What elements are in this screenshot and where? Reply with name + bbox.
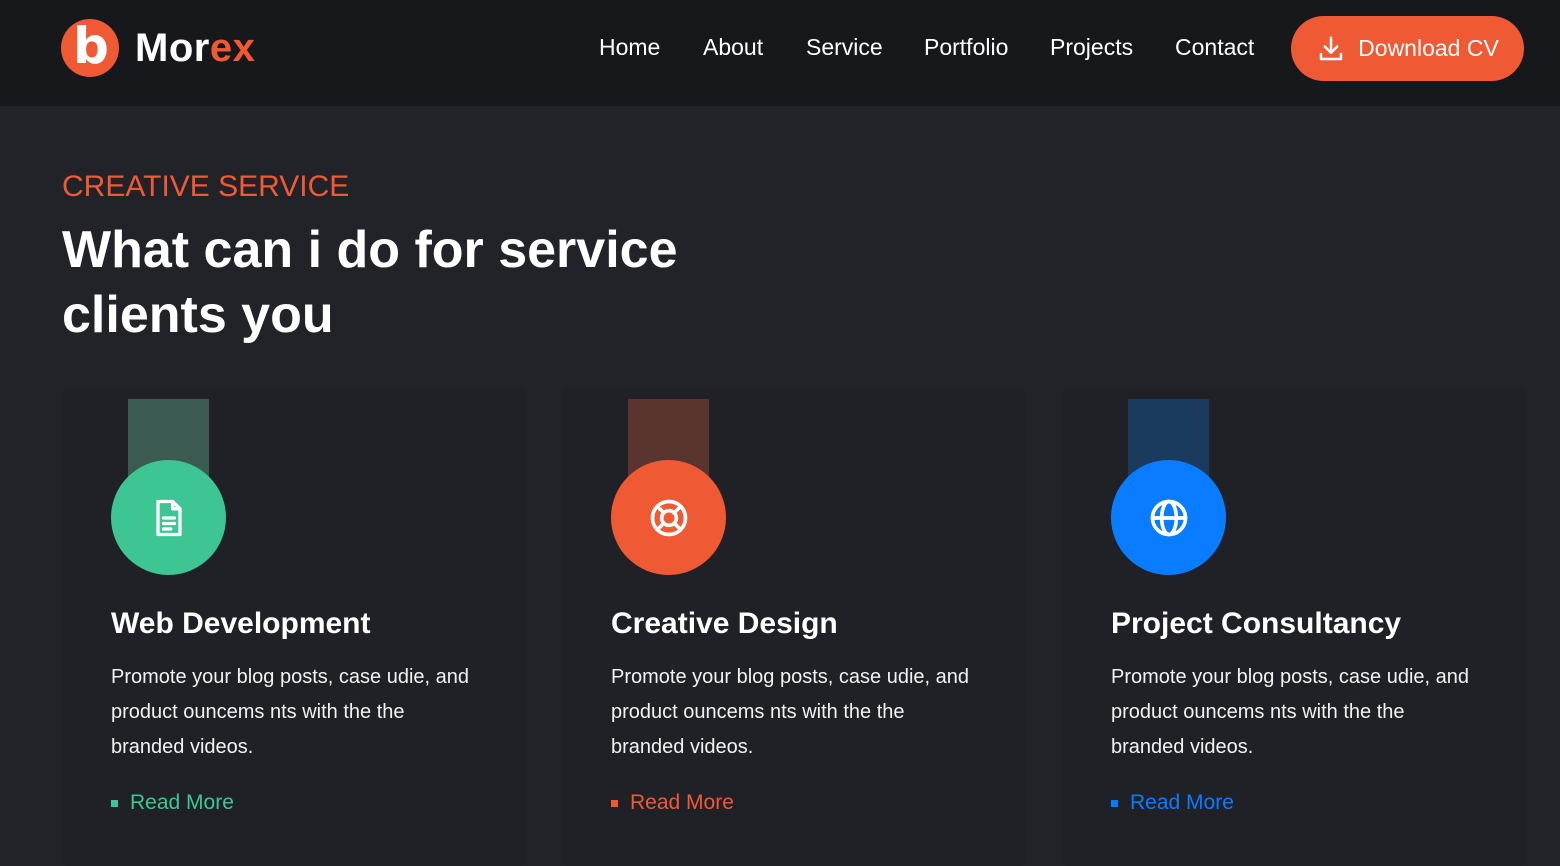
card-title: Project Consultancy bbox=[1111, 607, 1402, 640]
nav-portfolio[interactable]: Portfolio bbox=[924, 34, 1008, 61]
card-description: Promote your blog posts, case udie, and … bbox=[111, 666, 469, 758]
nav-service[interactable]: Service bbox=[806, 34, 883, 61]
logo[interactable]: b Morex bbox=[61, 18, 255, 78]
section-heading: What can i do for service clients you bbox=[62, 221, 678, 344]
nav-about[interactable]: About bbox=[703, 34, 763, 61]
service-card-project-consultancy: Project Consultancy Promote your blog po… bbox=[1062, 388, 1526, 866]
site-header: b Morex Home About Service Portfolio Pro… bbox=[0, 0, 1560, 106]
download-cv-label: Download CV bbox=[1358, 35, 1499, 61]
card-description: Promote your blog posts, case udie, and … bbox=[1111, 666, 1469, 758]
nav-projects[interactable]: Projects bbox=[1050, 34, 1133, 61]
bullet-icon bbox=[1111, 799, 1118, 807]
card-icon-circle bbox=[611, 460, 726, 575]
document-icon bbox=[155, 499, 182, 536]
card-icon-circle bbox=[111, 460, 226, 575]
logo-text: Morex bbox=[135, 25, 256, 70]
nav-home[interactable]: Home bbox=[599, 34, 660, 61]
service-card-web-development: Web Development Promote your blog posts,… bbox=[62, 388, 526, 866]
download-icon bbox=[1319, 36, 1343, 60]
read-more-link[interactable]: Read More bbox=[1111, 791, 1234, 815]
read-more-link[interactable]: Read More bbox=[611, 791, 734, 815]
section-eyebrow: CREATIVE SERVICE bbox=[62, 170, 350, 203]
read-more-link[interactable]: Read More bbox=[111, 791, 234, 815]
card-icon-circle bbox=[1111, 460, 1226, 575]
card-title: Web Development bbox=[111, 607, 371, 640]
bullet-icon bbox=[611, 799, 618, 807]
card-description: Promote your blog posts, case udie, and … bbox=[611, 666, 969, 758]
lifebuoy-icon bbox=[650, 499, 687, 536]
logo-icon: b bbox=[61, 19, 119, 77]
bullet-icon bbox=[111, 799, 118, 807]
card-title: Creative Design bbox=[611, 607, 838, 640]
globe-icon bbox=[1150, 499, 1187, 536]
download-cv-button[interactable]: Download CV bbox=[1291, 16, 1524, 81]
nav-contact[interactable]: Contact bbox=[1175, 34, 1254, 61]
service-card-creative-design: Creative Design Promote your blog posts,… bbox=[562, 388, 1026, 866]
